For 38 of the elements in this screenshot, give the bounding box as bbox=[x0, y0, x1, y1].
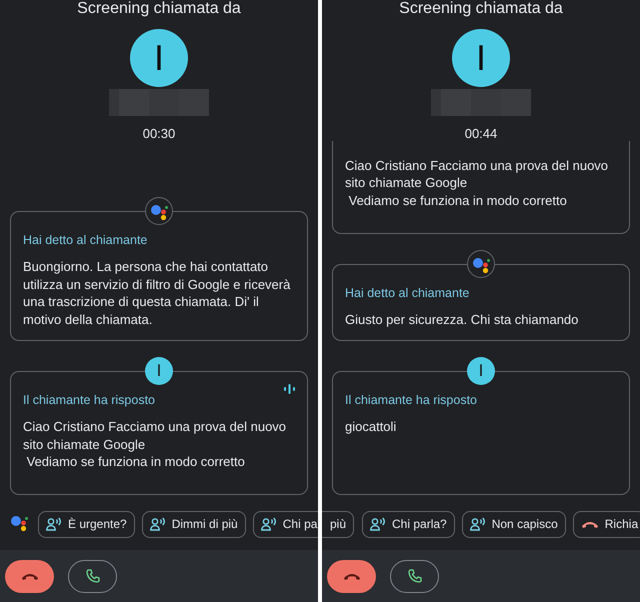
message-label: Il chiamante ha risposto bbox=[23, 393, 156, 408]
message-label: Hai detto al chiamante bbox=[23, 233, 148, 248]
speaking-person-icon bbox=[150, 517, 166, 531]
hang-up-icon bbox=[20, 571, 38, 581]
speaking-person-icon bbox=[470, 517, 486, 531]
answer-call-button[interactable] bbox=[68, 560, 117, 592]
message-text: Ciao Cristiano Facciamo una prova del nuovo sito chiamate Google Vediamo se funziona in modo corretto bbox=[345, 156, 610, 209]
end-call-button[interactable] bbox=[5, 560, 54, 592]
quick-reply-chip[interactable]: Non capisco bbox=[462, 510, 566, 538]
message-label: Il chiamante ha risposto bbox=[345, 393, 478, 408]
hang-up-icon bbox=[580, 519, 599, 529]
screen-title: Screening chiamata da bbox=[77, 0, 241, 19]
quick-reply-chip[interactable]: Dimmi di più bbox=[142, 510, 246, 538]
quick-reply-chip[interactable]: Chi pa bbox=[252, 510, 318, 538]
quick-reply-chip[interactable]: Chi parla? bbox=[362, 510, 455, 538]
caller-avatar: I bbox=[452, 29, 510, 87]
quick-reply-chip[interactable]: più bbox=[322, 510, 354, 538]
quick-reply-chip[interactable]: È urgente? bbox=[38, 510, 135, 538]
quick-reply-chip[interactable]: Richia bbox=[572, 510, 640, 538]
message-label: Hai detto al chiamante bbox=[345, 286, 470, 300]
message-text: giocattoli bbox=[345, 418, 398, 436]
answer-call-button[interactable] bbox=[390, 560, 439, 592]
speaking-person-icon bbox=[46, 517, 62, 531]
call-timer: 00:44 bbox=[464, 126, 498, 141]
message-text: Giusto per sicurezza. Chi sta chiamando bbox=[345, 310, 580, 328]
speaking-person-icon bbox=[370, 517, 386, 531]
speaking-person-icon bbox=[260, 517, 277, 531]
message-text: Buongiorno. La persona che hai contattato utilizza un servizio di filtro di Google e riceverà una trascrizione di questa chiamata. Di' il motivo della chiamata. bbox=[23, 258, 292, 328]
screen-title: Screening chiamata da bbox=[399, 0, 563, 19]
phone-icon bbox=[408, 569, 422, 583]
phone-icon bbox=[86, 569, 100, 583]
caller-avatar: I bbox=[145, 357, 173, 385]
call-timer: 00:30 bbox=[142, 126, 176, 141]
caller-avatar: I bbox=[130, 29, 188, 87]
end-call-button[interactable] bbox=[327, 560, 376, 592]
message-text: Ciao Cristiano Facciamo una prova del nuovo sito chiamate Google Vediamo se funziona in modo corretto bbox=[23, 418, 288, 470]
caller-avatar: I bbox=[467, 357, 495, 385]
hang-up-icon bbox=[342, 571, 360, 581]
